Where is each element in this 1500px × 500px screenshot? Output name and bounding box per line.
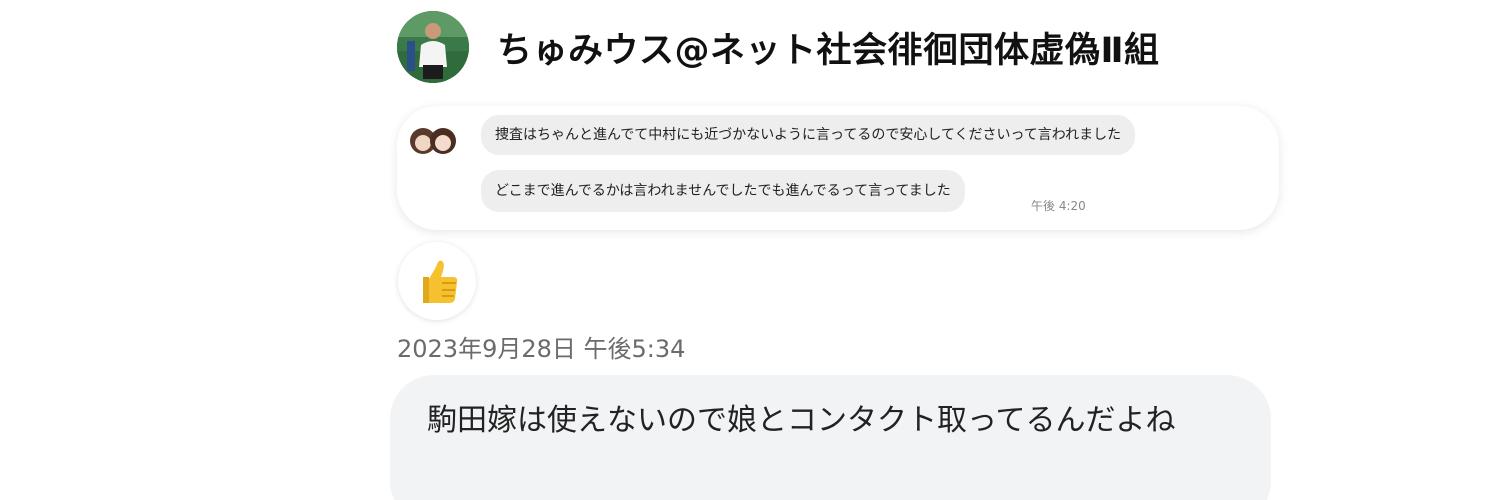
chat-bubble-text: 捜査はちゃんと進んでて中村にも近づかないように言ってるので安心してくださいって言… xyxy=(495,127,1122,143)
user-avatar[interactable] xyxy=(397,11,469,83)
chat-bubble: どこまで進んでるかは言われませんでしたでも進んでるって言ってました xyxy=(481,170,965,212)
user-avatar-photo-icon xyxy=(397,11,469,83)
two-person-avatar-icon xyxy=(406,119,458,163)
chat-bubble: 捜査はちゃんと進んでて中村にも近づかないように言ってるので安心してくださいって言… xyxy=(481,115,1136,155)
message-bubble[interactable]: 駒田嫁は使えないので娘とコンタクト取ってるんだよね xyxy=(390,375,1271,500)
message-timestamp: 2023年9月28日 午後5:34 xyxy=(397,335,686,363)
reaction-badge[interactable] xyxy=(398,242,476,320)
chat-bubble-time: 午後 4:20 xyxy=(1031,199,1086,213)
message-text: 駒田嫁は使えないので娘とコンタクト取ってるんだよね xyxy=(427,403,1176,438)
conversation-header: ちゅみウス@ネット社会徘徊団体虚偽Ⅱ組 xyxy=(397,11,1160,83)
embedded-chat-screenshot: 捜査はちゃんと進んでて中村にも近づかないように言ってるので安心してくださいって言… xyxy=(397,106,1279,230)
thumbs-up-icon xyxy=(423,260,458,303)
display-name[interactable]: ちゅみウス@ネット社会徘徊団体虚偽Ⅱ組 xyxy=(497,22,1160,73)
dm-conversation-view: ちゅみウス@ネット社会徘徊団体虚偽Ⅱ組 捜査はちゃんと進んでて中村にも近づかない… xyxy=(0,0,1500,500)
chat-bubble-text: どこまで進んでるかは言われませんでしたでも進んでるって言ってました xyxy=(495,183,951,199)
